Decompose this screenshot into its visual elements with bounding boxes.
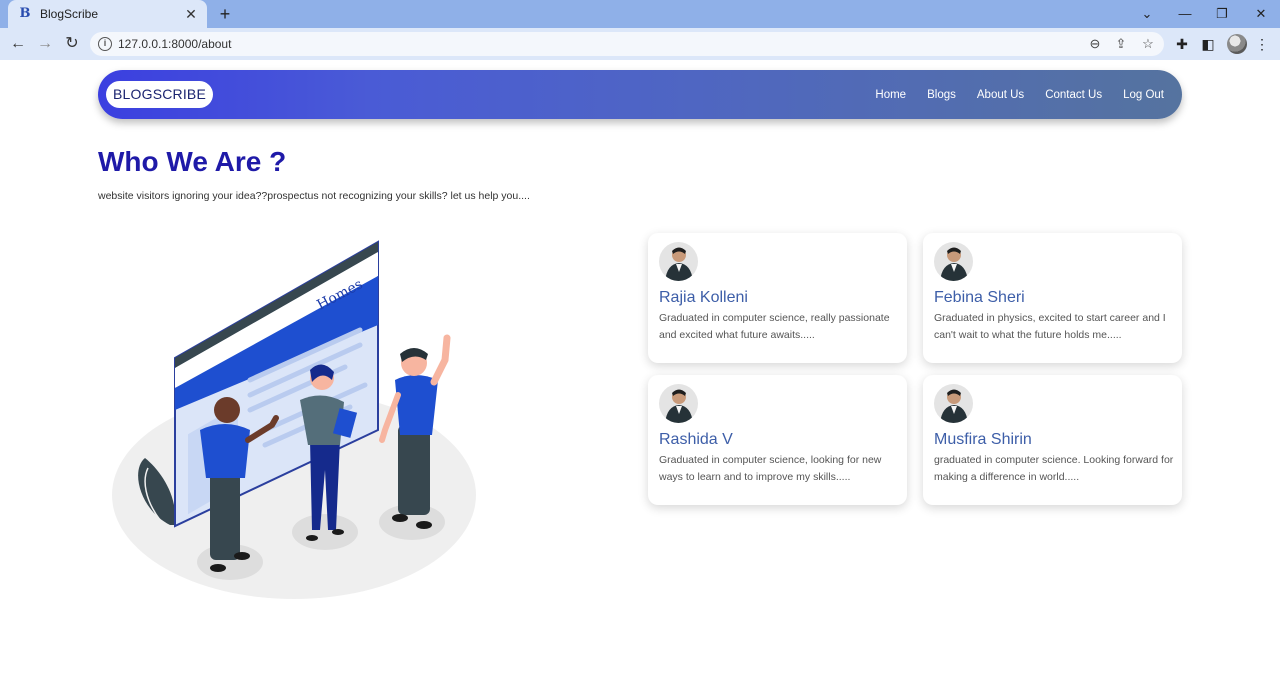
site-navbar: BLOGSCRIBE Home Blogs About Us Contact U… xyxy=(98,70,1182,119)
page-title: Who We Are ? xyxy=(98,146,287,177)
reload-icon[interactable]: ↻ xyxy=(62,34,82,54)
address-bar[interactable]: i 127.0.0.1:8000/about ⊖ ⇪ ☆ xyxy=(90,32,1164,56)
member-name: Musfira Shirin xyxy=(934,431,1032,448)
close-tab-icon[interactable]: ✕ xyxy=(183,6,199,22)
tab-search-chevron-icon[interactable]: ⌄ xyxy=(1137,4,1157,24)
team-card: Febina Sheri Graduated in physics, excit… xyxy=(923,233,1182,363)
member-description: Graduated in computer science, really pa… xyxy=(659,312,890,341)
brand-logo[interactable]: BLOGSCRIBE xyxy=(106,81,213,108)
blogscribe-favicon-icon: B xyxy=(19,6,31,21)
url-text[interactable]: 127.0.0.1:8000/about xyxy=(118,37,231,51)
nav-link-log-out[interactable]: Log Out xyxy=(1123,89,1164,101)
member-description: Graduated in computer science, looking f… xyxy=(659,454,882,483)
zoom-icon[interactable]: ⊖ xyxy=(1087,36,1103,52)
new-tab-button[interactable]: + xyxy=(214,4,236,24)
extensions-puzzle-icon[interactable]: ✚ xyxy=(1172,34,1192,54)
member-description: graduated in computer science. Looking f… xyxy=(934,454,1174,483)
close-window-button[interactable]: ✕ xyxy=(1251,4,1271,24)
nav-link-about-us[interactable]: About Us xyxy=(977,89,1024,101)
browser-tab[interactable]: B BlogScribe ✕ xyxy=(8,0,207,28)
avatar xyxy=(934,242,973,281)
nav-links: Home Blogs About Us Contact Us Log Out xyxy=(875,70,1182,119)
browser-toolbar: ← → ↻ i 127.0.0.1:8000/about ⊖ ⇪ ☆ ✚ ◧ ⋮ xyxy=(0,28,1280,60)
browser-tabstrip: B BlogScribe ✕ + ⌄ — ❐ ✕ xyxy=(0,0,1280,28)
side-panel-icon[interactable]: ◧ xyxy=(1198,34,1218,54)
profile-avatar-icon[interactable] xyxy=(1227,34,1247,54)
tab-title: BlogScribe xyxy=(40,7,99,21)
member-description: Graduated in physics, excited to start c… xyxy=(934,312,1166,341)
nav-link-blogs[interactable]: Blogs xyxy=(927,89,956,101)
minimize-button[interactable]: — xyxy=(1175,4,1195,24)
member-name: Rajia Kolleni xyxy=(659,289,748,306)
member-name: Rashida V xyxy=(659,431,733,448)
team-card: Musfira Shirin graduated in computer sci… xyxy=(923,375,1182,505)
share-icon[interactable]: ⇪ xyxy=(1113,36,1129,52)
team-illustration: Homes xyxy=(112,240,476,599)
menu-kebab-icon[interactable]: ⋮ xyxy=(1252,34,1272,54)
avatar xyxy=(659,384,698,423)
avatar xyxy=(934,384,973,423)
avatar xyxy=(659,242,698,281)
site-info-icon[interactable]: i xyxy=(98,37,112,51)
nav-link-contact-us[interactable]: Contact Us xyxy=(1045,89,1102,101)
restore-button[interactable]: ❐ xyxy=(1212,4,1232,24)
forward-arrow-icon[interactable]: → xyxy=(35,34,55,54)
back-arrow-icon[interactable]: ← xyxy=(8,34,28,54)
bookmark-star-icon[interactable]: ☆ xyxy=(1140,36,1156,52)
nav-link-home[interactable]: Home xyxy=(875,89,906,101)
team-card: Rajia Kolleni Graduated in computer scie… xyxy=(648,233,907,363)
team-card: Rashida V Graduated in computer science,… xyxy=(648,375,907,505)
page-subtitle: website visitors ignoring your idea??pro… xyxy=(98,190,530,202)
member-name: Febina Sheri xyxy=(934,289,1025,306)
